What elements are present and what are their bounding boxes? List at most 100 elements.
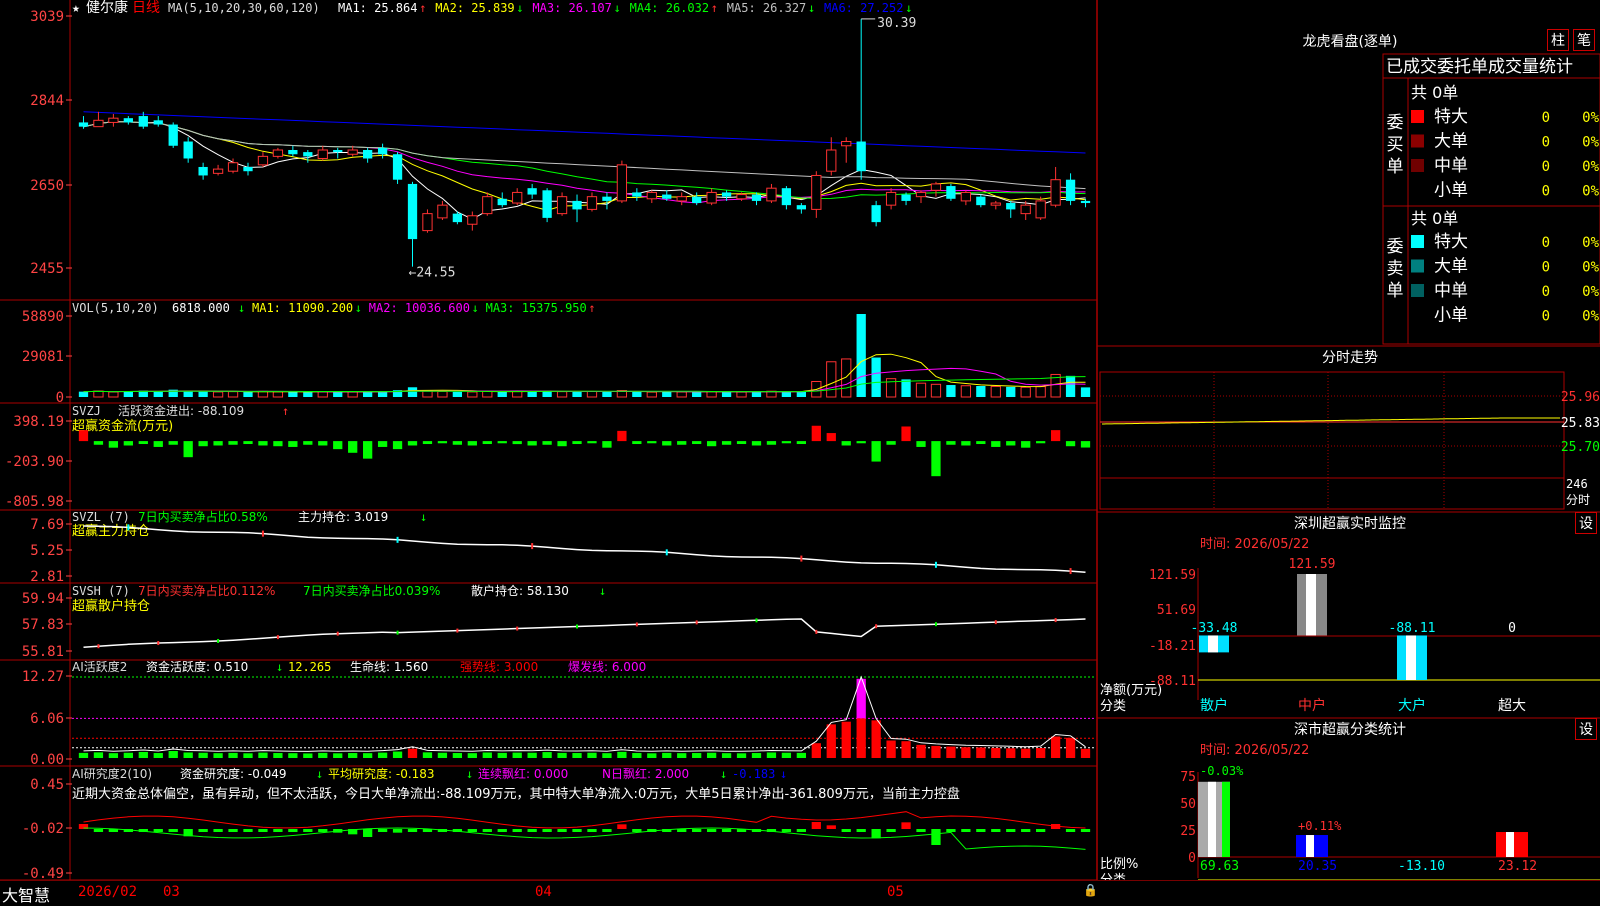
volume-bar bbox=[363, 391, 373, 397]
aires-bar bbox=[632, 829, 642, 832]
volume-bar bbox=[796, 391, 806, 397]
candle-body bbox=[616, 164, 628, 202]
aiact-bar bbox=[78, 752, 89, 758]
volume-bar bbox=[333, 392, 343, 397]
aiact-tick: 0.00 bbox=[30, 752, 64, 768]
svsh-header: SVSH (7) bbox=[72, 584, 130, 598]
svzj-bar bbox=[871, 441, 881, 462]
candle-body bbox=[586, 196, 598, 210]
order-table-title: 已成交委托单成交量统计 bbox=[1386, 57, 1573, 77]
aires-bar bbox=[811, 822, 821, 829]
svzj-bar bbox=[198, 441, 208, 447]
svsh-ratio1: 7日内买卖净占比0.112% bbox=[138, 583, 275, 598]
buy-row-swatch bbox=[1411, 134, 1424, 148]
aiact-bar bbox=[363, 753, 373, 758]
svzj-bar bbox=[721, 441, 732, 445]
aires-arrow1: ↓ bbox=[316, 767, 323, 781]
aiact-bar bbox=[467, 753, 477, 758]
svsh-tick bbox=[217, 638, 220, 643]
bar-view-button[interactable]: 柱 bbox=[1547, 29, 1569, 51]
volume-bar bbox=[422, 390, 433, 398]
aires-bar bbox=[826, 825, 836, 829]
aires-v5: -0.183 bbox=[732, 767, 775, 781]
aiact-bar bbox=[527, 752, 537, 758]
candle-body bbox=[871, 205, 881, 223]
buy-row-pct: 0% bbox=[1582, 184, 1599, 200]
aires-bar bbox=[527, 829, 537, 832]
aiact-bar bbox=[826, 724, 836, 758]
svzj-bar bbox=[961, 441, 971, 446]
aiact-bar bbox=[721, 753, 732, 758]
ma-legend-2: MA2: 25.839 bbox=[435, 1, 514, 15]
ss-value-label: 23.12 bbox=[1498, 859, 1537, 874]
aires-bar bbox=[781, 829, 792, 832]
ss-settings-button[interactable]: 设 bbox=[1575, 718, 1597, 740]
vol-header: VOL(5,10,20) bbox=[72, 301, 159, 315]
svsh-arrow: ↓ bbox=[599, 584, 606, 598]
buy-row-label: 小单 bbox=[1434, 181, 1468, 201]
svzj-bar bbox=[1006, 441, 1016, 446]
aires-bar bbox=[497, 829, 507, 832]
aires-bar bbox=[228, 829, 238, 832]
intraday-tick: 25.96 bbox=[1561, 390, 1600, 405]
aiact-bar bbox=[318, 752, 328, 758]
aires-bar bbox=[1080, 829, 1091, 832]
sz-settings-button[interactable]: 设 bbox=[1575, 512, 1597, 534]
sell-row-count: 0 bbox=[1542, 284, 1550, 300]
candle-body bbox=[347, 149, 358, 155]
vol-ma-arrow-2: ↓ bbox=[472, 301, 479, 315]
lock-icon[interactable]: 🔒 bbox=[1083, 883, 1098, 897]
aiact-bar bbox=[692, 753, 702, 758]
volume-bar bbox=[243, 392, 253, 397]
aiact-bar bbox=[183, 752, 193, 758]
ss-bar-highlight bbox=[1506, 832, 1514, 857]
svzj-bar bbox=[183, 441, 193, 458]
price-tick: 2844 bbox=[30, 93, 64, 109]
svzj-bar bbox=[841, 441, 851, 446]
svzj-bar bbox=[213, 441, 223, 446]
ss-tick: 50 bbox=[1180, 797, 1196, 812]
svzj-bar bbox=[108, 441, 119, 448]
aiact-bar bbox=[153, 753, 163, 758]
aires-bar bbox=[213, 829, 223, 832]
vol-ma-3: MA3: 15375.950 bbox=[486, 301, 587, 315]
svzj-bar bbox=[422, 441, 433, 445]
svzj-bar bbox=[946, 441, 956, 445]
intraday-tick: 25.70 bbox=[1561, 440, 1600, 455]
candle-body bbox=[751, 194, 762, 201]
aiact-bar bbox=[991, 747, 1001, 758]
sz-value-label: -88.11 bbox=[1389, 621, 1436, 636]
sz-bar-highlight bbox=[1208, 635, 1218, 653]
aires-bar bbox=[303, 829, 313, 832]
svzj-bar bbox=[243, 441, 253, 445]
aiact-bar bbox=[512, 752, 522, 758]
svzj-bar bbox=[452, 441, 463, 445]
vol-tick: 58890 bbox=[22, 309, 64, 325]
volume-bar bbox=[871, 357, 881, 397]
tick-view-button[interactable]: 笔 bbox=[1573, 29, 1595, 51]
volume-bar bbox=[706, 391, 717, 398]
svzj-bar bbox=[736, 441, 747, 445]
candle-body bbox=[1065, 179, 1076, 201]
svzj-bar bbox=[138, 441, 148, 445]
svzj-bar bbox=[228, 441, 238, 445]
aires-bar bbox=[721, 829, 732, 832]
aiact-bar bbox=[228, 752, 238, 758]
sell-row-pct: 0% bbox=[1582, 260, 1599, 276]
ma-legend-6: MA6: 27.252 bbox=[824, 1, 903, 15]
volume-bar bbox=[317, 391, 328, 398]
aiact-bar bbox=[976, 747, 986, 758]
x-label-feb: 2026/02 bbox=[78, 884, 138, 900]
svzj-bar bbox=[931, 441, 941, 477]
svzj-bar bbox=[1036, 441, 1046, 444]
time-axis-bar: 大智慧 2026/02 03 04 05 🔒 bbox=[0, 880, 1600, 905]
vol-ma-2: MA2: 10036.600 bbox=[369, 301, 470, 315]
aiact-bar bbox=[1080, 748, 1091, 758]
svzj-bar bbox=[363, 441, 373, 459]
aires-bar bbox=[931, 829, 941, 845]
buy-row-label: 特大 bbox=[1434, 107, 1468, 127]
aires-bar bbox=[916, 829, 926, 832]
sz-bar-group bbox=[1397, 635, 1427, 680]
sell-row-swatch bbox=[1411, 259, 1424, 273]
sz-tick: 51.69 bbox=[1157, 603, 1196, 618]
